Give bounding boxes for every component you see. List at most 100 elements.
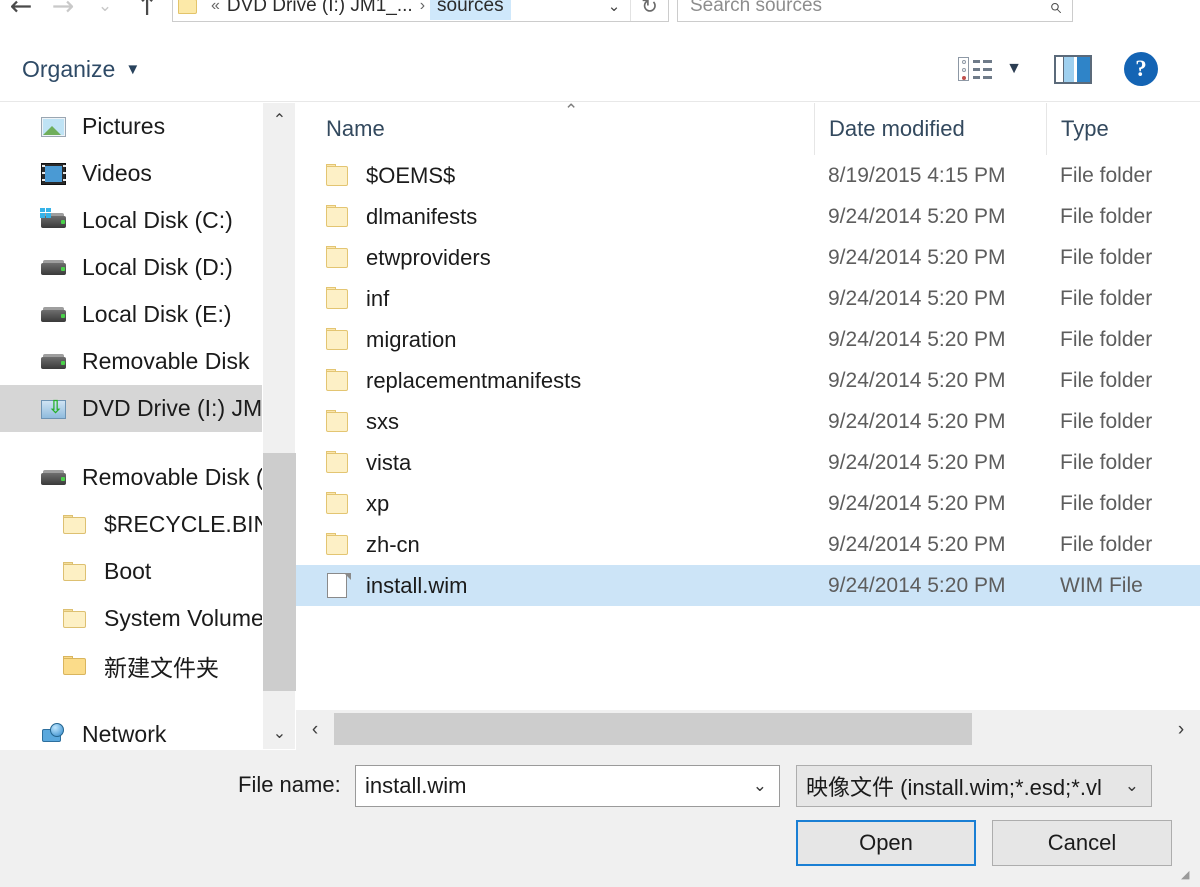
chevron-down-icon[interactable]: ▼ <box>1006 60 1022 78</box>
breadcrumb-current[interactable]: sources <box>430 0 511 20</box>
sidebar-item-label: Local Disk (C:) <box>82 207 233 233</box>
sidebar-item-label: Pictures <box>82 113 166 139</box>
navigation-pane-scrollbar[interactable]: ⌃ ⌄ <box>262 103 296 749</box>
help-button[interactable]: ? <box>1124 52 1158 86</box>
address-breadcrumb-bar[interactable]: « DVD Drive (I:) JM1_... › sources ⌄ ↻ <box>172 0 669 22</box>
table-row[interactable]: inf 9/24/2014 5:20 PM File folder <box>296 278 1200 319</box>
scrollbar-thumb[interactable] <box>334 713 972 745</box>
file-name-text: xp <box>366 490 390 516</box>
chevron-down-icon: ▼ <box>125 60 141 78</box>
file-open-dialog: ← → ⌄ ↑ « DVD Drive (I:) JM1_... › sourc… <box>0 0 1200 887</box>
open-button[interactable]: Open <box>796 820 976 866</box>
forward-button[interactable]: → <box>42 0 84 28</box>
scrollbar-track[interactable] <box>334 710 1162 750</box>
file-name-text: migration <box>366 326 457 352</box>
sidebar-item[interactable]: Local Disk (C:) <box>0 197 262 244</box>
sidebar-item[interactable]: Pictures <box>0 103 262 150</box>
column-header-date-modified[interactable]: Date modified <box>814 103 1046 155</box>
cell-date-modified: 9/24/2014 5:20 PM <box>828 573 1006 597</box>
table-row[interactable]: migration 9/24/2014 5:20 PM File folder <box>296 319 1200 360</box>
dvd-drive-icon: ⇩ <box>40 396 68 422</box>
cancel-button[interactable]: Cancel <box>992 820 1172 866</box>
sort-ascending-icon: ⌃ <box>564 103 579 120</box>
table-row[interactable]: zh-cn 9/24/2014 5:20 PM File folder <box>296 524 1200 565</box>
sidebar-item-label: $RECYCLE.BIN <box>104 511 262 537</box>
sidebar-item-label: Videos <box>82 160 152 186</box>
drive-icon <box>40 349 68 375</box>
cell-date-modified: 9/24/2014 5:20 PM <box>828 327 1006 351</box>
refresh-icon[interactable]: ↻ <box>630 0 668 21</box>
sidebar-item[interactable]: System Volume I <box>0 595 262 642</box>
toolbar: Organize ▼ ▼ ? <box>0 37 1200 102</box>
recent-locations-button[interactable]: ⌄ <box>84 0 126 28</box>
file-list-pane[interactable]: ⌃ Name Date modified Type $OEMS$ 8/19/201… <box>296 103 1200 710</box>
up-button[interactable]: ↑ <box>126 0 168 28</box>
folder-icon <box>62 606 90 632</box>
file-name-text: sxs <box>366 408 399 434</box>
table-row[interactable]: replacementmanifests 9/24/2014 5:20 PM Fil… <box>296 360 1200 401</box>
scroll-down-icon[interactable]: ⌄ <box>263 716 296 749</box>
toolbar-right-group: ▼ ? <box>958 52 1180 86</box>
sidebar-item[interactable]: Videos <box>0 150 262 197</box>
cell-name: dlmanifests <box>296 203 814 230</box>
back-button[interactable]: ← <box>0 0 42 28</box>
cell-name: etwproviders <box>296 244 814 271</box>
scrollbar-thumb[interactable] <box>263 453 296 691</box>
column-header-name[interactable]: Name <box>296 103 814 155</box>
scroll-up-icon[interactable]: ⌃ <box>263 103 296 136</box>
navigation-pane[interactable]: Pictures Videos Local Disk (C:) Local Disk … <box>0 103 262 749</box>
breadcrumb-overflow[interactable]: « <box>206 0 225 15</box>
preview-pane-button[interactable] <box>1054 54 1092 84</box>
cell-date-modified: 9/24/2014 5:20 PM <box>828 409 1006 433</box>
drive-windows-icon <box>40 207 68 234</box>
cell-name: replacementmanifests <box>296 367 814 394</box>
cell-date-modified: 9/24/2014 5:20 PM <box>828 204 1006 228</box>
chevron-down-icon[interactable]: ⌄ <box>1125 776 1145 796</box>
table-row[interactable]: dlmanifests 9/24/2014 5:20 PM File folder <box>296 196 1200 237</box>
sidebar-item[interactable]: Boot <box>0 548 262 595</box>
file-name-input[interactable]: install.wim ⌄ <box>355 765 780 807</box>
sidebar-item[interactable]: Local Disk (E:) <box>0 291 262 338</box>
scroll-right-icon[interactable]: › <box>1162 710 1200 750</box>
search-input[interactable]: Search sources ⌕ <box>677 0 1073 22</box>
address-dropdown-icon[interactable]: ⌄ <box>598 0 630 21</box>
folder-icon <box>62 653 90 679</box>
view-list-icon <box>958 55 993 83</box>
sidebar-item[interactable]: Network <box>0 711 262 749</box>
table-row[interactable]: vista 9/24/2014 5:20 PM File folder <box>296 442 1200 483</box>
breadcrumb-drive[interactable]: DVD Drive (I:) JM1_... <box>225 0 415 19</box>
organize-button[interactable]: Organize ▼ <box>22 56 140 83</box>
search-placeholder: Search sources <box>690 0 823 16</box>
sidebar-item[interactable]: Removable Disk <box>0 338 262 385</box>
file-name-text: dlmanifests <box>366 203 478 229</box>
cell-name: vista <box>296 449 814 476</box>
nav-group-spacer <box>0 689 262 711</box>
sidebar-item-label: DVD Drive (I:) JM <box>82 395 262 421</box>
change-view-button[interactable]: ▼ <box>958 55 1022 83</box>
scroll-left-icon[interactable]: ‹ <box>296 710 334 750</box>
file-name-text: etwproviders <box>366 244 491 270</box>
table-row[interactable]: etwproviders 9/24/2014 5:20 PM File folder <box>296 237 1200 278</box>
cell-name: sxs <box>296 408 814 435</box>
folder-icon <box>62 512 90 538</box>
table-row[interactable]: xp 9/24/2014 5:20 PM File folder <box>296 483 1200 524</box>
sidebar-item[interactable]: Local Disk (D:) <box>0 244 262 291</box>
folder-icon <box>326 244 352 271</box>
sidebar-item[interactable]: $RECYCLE.BIN <box>0 501 262 548</box>
file-list-horizontal-scrollbar[interactable]: ‹ › <box>296 710 1200 750</box>
cell-name: xp <box>296 490 814 517</box>
sidebar-item[interactable]: ⇩ DVD Drive (I:) JM <box>0 385 262 432</box>
chevron-down-icon[interactable]: ⌄ <box>753 776 773 796</box>
file-name-value: install.wim <box>365 773 467 798</box>
resize-grip[interactable]: ◢ <box>1181 870 1195 884</box>
file-type-filter-select[interactable]: 映像文件 (install.wim;*.esd;*.vl ⌄ <box>796 765 1152 807</box>
table-row[interactable]: sxs 9/24/2014 5:20 PM File folder <box>296 401 1200 442</box>
column-header-type[interactable]: Type <box>1046 103 1200 155</box>
folder-icon <box>326 449 352 476</box>
table-row[interactable]: install.wim 9/24/2014 5:20 PM WIM File <box>296 565 1200 606</box>
sidebar-item[interactable]: Removable Disk (F <box>0 454 262 501</box>
cell-date-modified: 9/24/2014 5:20 PM <box>828 532 1006 556</box>
cell-name: install.wim <box>296 572 814 599</box>
sidebar-item[interactable]: 新建文件夹 <box>0 642 262 689</box>
table-row[interactable]: $OEMS$ 8/19/2015 4:15 PM File folder <box>296 155 1200 196</box>
